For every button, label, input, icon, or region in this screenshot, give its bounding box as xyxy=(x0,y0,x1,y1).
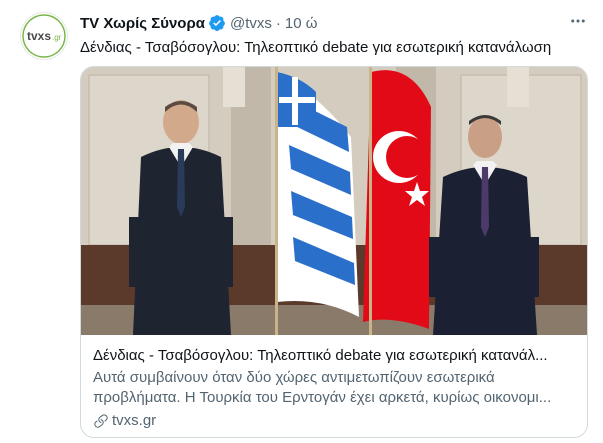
link-icon xyxy=(94,414,108,428)
verified-badge-icon xyxy=(209,15,225,31)
more-options-icon[interactable] xyxy=(567,10,589,32)
card-domain[interactable]: tvxs.gr xyxy=(112,411,156,431)
card-domain-row[interactable]: tvxs.gr xyxy=(93,411,575,431)
tvxs-logo: tvxs .gr xyxy=(21,13,67,59)
svg-text:.gr: .gr xyxy=(52,33,62,42)
turkish-flag xyxy=(363,70,431,329)
link-card[interactable]: Δένδιας - Τσαβόσογλου: Τηλεοπτικό debate… xyxy=(80,66,588,438)
author-handle[interactable]: @tvxs xyxy=(230,15,272,32)
tweet-header: TV Χωρίς Σύνορα @tvxs · 10 ώ xyxy=(80,12,589,34)
card-info[interactable]: Δένδιας - Τσαβόσογλου: Τηλεοπτικό debate… xyxy=(93,346,575,431)
tweet-timestamp[interactable]: 10 ώ xyxy=(285,15,318,32)
card-title[interactable]: Δένδιας - Τσαβόσογλου: Τηλεοπτικό debate… xyxy=(93,346,575,366)
tweet[interactable]: tvxs .gr TV Χωρίς Σύνορα @tvxs · 10 ώ Δέ… xyxy=(0,0,603,443)
separator-dot: · xyxy=(275,14,281,32)
svg-text:tvxs: tvxs xyxy=(27,29,51,43)
card-image[interactable] xyxy=(81,67,588,335)
author-name[interactable]: TV Χωρίς Σύνορα xyxy=(80,15,205,32)
avatar[interactable]: tvxs .gr xyxy=(20,12,68,60)
card-description: Αυτά συμβαίνουν όταν δύο χώρες αντιμετωπ… xyxy=(93,369,552,406)
tweet-text: Δένδιας - Τσαβόσογλου: Τηλεοπτικό debate… xyxy=(80,39,552,56)
